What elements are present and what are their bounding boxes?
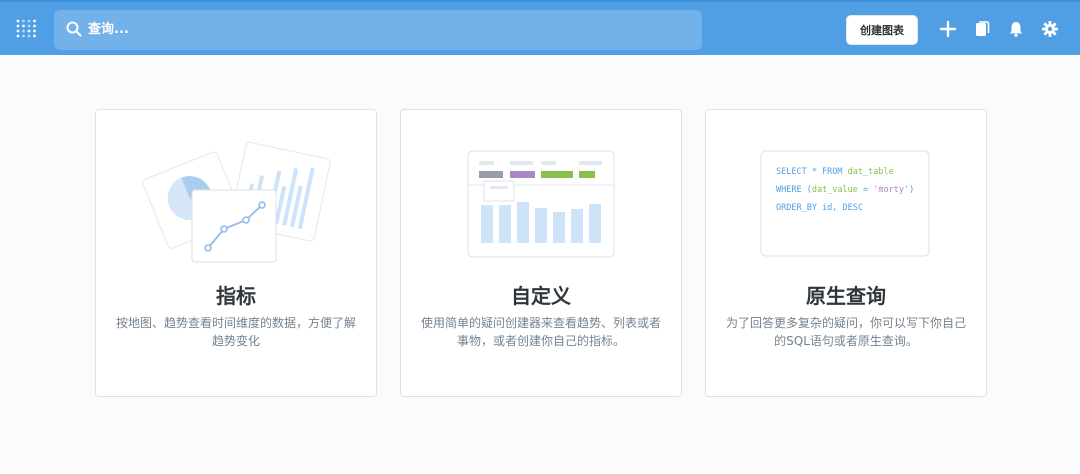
sql-keyword: SELECT * FROM [776,167,843,177]
svg-text:ORDER_BY id, DESC: ORDER_BY id, DESC [776,203,863,213]
search-bar[interactable]: 查询... [54,10,702,50]
settings-gear-icon[interactable] [1041,20,1059,38]
card-title: 原生查询 [806,284,886,308]
sql-paren: ) [909,185,914,195]
sql-column: dat_value [812,185,858,195]
custom-card[interactable]: 自定义 使用简单的疑问创建器来查看趋势、列表或者事物，或者创建你自己的指标。 [400,109,682,397]
card-description: 为了回答更多复杂的疑问，你可以写下你自己的SQL语句或者原生查询。 [725,316,966,348]
search-input[interactable]: 查询... [88,21,129,39]
card-description: 按地图、趋势查看时间维度的数据，方便了解趋势变化 [115,316,356,348]
add-icon[interactable] [939,20,957,38]
svg-text:SELECT * FROM dat_table: SELECT * FROM dat_table [776,167,894,177]
top-nav-bar: 查询... 创建图表 [0,0,1080,55]
native-query-card[interactable]: SELECT * FROM dat_table WHERE (dat_value… [705,109,987,397]
bookmark-icon[interactable] [973,20,991,38]
sql-keyword: WHERE ( [776,185,812,195]
sql-order-columns: id, DESC [822,203,863,213]
card-title: 指标 [216,284,256,308]
card-title: 自定义 [511,284,571,308]
sql-keyword: ORDER_BY [776,203,822,213]
sql-operator: = [858,185,873,195]
metric-card[interactable]: 指标 按地图、趋势查看时间维度的数据，方便了解趋势变化 [95,109,377,397]
create-question-button[interactable]: 创建图表 [846,15,918,45]
sql-value: 'morty' [873,185,909,195]
notification-bell-icon[interactable] [1007,20,1025,38]
custom-query-builder-icon [467,150,615,258]
svg-text:WHERE (dat_value = 'morty'): WHERE (dat_value = 'morty') [776,185,914,195]
metabase-logo-icon[interactable] [16,18,38,40]
sql-table: dat_table [848,167,894,177]
sql-editor-icon: SELECT * FROM dat_table WHERE (dat_value… [760,150,930,257]
metric-chart-icon [142,142,331,263]
card-description: 使用简单的疑问创建器来查看趋势、列表或者事物，或者创建你自己的指标。 [420,316,661,348]
search-icon [66,21,82,37]
